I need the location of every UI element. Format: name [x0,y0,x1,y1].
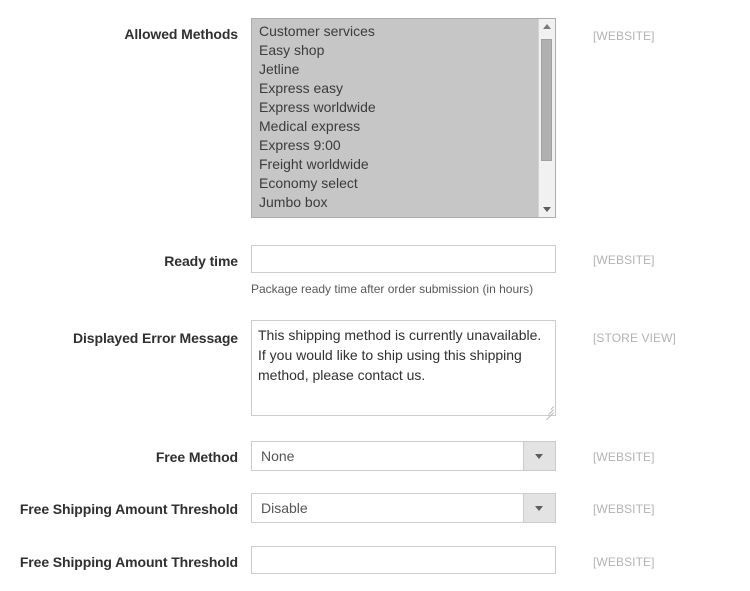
allowed-methods-scrollbar[interactable] [538,19,555,217]
field-row-ready-time: Ready time Package ready time after orde… [0,245,750,300]
list-item[interactable]: Express 9:00 [252,136,537,155]
scope-free-shipping-threshold-toggle: [WEBSITE] [593,502,655,516]
scope-displayed-error-message: [STORE VIEW] [593,331,676,345]
field-row-allowed-methods: Allowed Methods Customer services Easy s… [0,0,750,225]
list-item[interactable]: Freight worldwide [252,155,537,174]
free-shipping-threshold-amount-input[interactable] [251,546,556,574]
scroll-up-arrow-icon[interactable] [539,19,555,35]
chevron-down-icon[interactable] [523,442,555,470]
control-free-shipping-threshold-toggle: Disable [251,493,556,523]
label-free-method: Free Method [155,449,238,465]
field-row-free-method: Free Method None [WEBSITE] [0,441,750,473]
free-method-selected-value: None [261,448,295,464]
free-method-select[interactable]: None [251,441,556,471]
displayed-error-message-textarea[interactable]: This shipping method is currently unavai… [251,320,556,416]
label-allowed-methods: Allowed Methods [124,26,238,42]
list-item[interactable]: Easy shop [252,41,537,60]
scroll-down-arrow-icon[interactable] [539,201,555,217]
list-item[interactable]: Customer services [252,22,537,41]
scope-ready-time: [WEBSITE] [593,253,655,267]
hint-ready-time: Package ready time after order submissio… [251,282,534,296]
scope-free-method: [WEBSITE] [593,450,655,464]
control-free-shipping-threshold-amount [251,546,556,574]
field-row-displayed-error-message: Displayed Error Message This shipping me… [0,320,750,421]
displayed-error-message-box: This shipping method is currently unavai… [251,320,556,421]
allowed-methods-option-list[interactable]: Customer services Easy shop Jetline Expr… [252,19,537,217]
list-item[interactable]: Express worldwide [252,98,537,117]
scope-free-shipping-threshold-amount: [WEBSITE] [593,555,655,569]
free-shipping-threshold-selected-value: Disable [261,500,308,516]
list-item[interactable]: Jetline [252,60,537,79]
allowed-methods-multiselect[interactable]: Customer services Easy shop Jetline Expr… [251,18,556,218]
label-displayed-error-message: Displayed Error Message [73,330,238,346]
field-row-free-shipping-threshold-amount: Free Shipping Amount Threshold [WEBSITE] [0,546,750,578]
label-free-shipping-threshold-amount: Free Shipping Amount Threshold [19,554,238,570]
scrollbar-thumb[interactable] [541,39,552,161]
list-item[interactable]: Medical express [252,117,537,136]
label-free-shipping-threshold-toggle: Free Shipping Amount Threshold [19,501,238,517]
scope-allowed-methods: [WEBSITE] [593,29,655,43]
list-item[interactable]: Economy select [252,174,537,193]
shipping-method-config-form: Allowed Methods Customer services Easy s… [0,0,750,591]
control-displayed-error-message: This shipping method is currently unavai… [251,320,556,421]
chevron-down-icon[interactable] [523,494,555,522]
list-item[interactable]: Express easy [252,79,537,98]
label-ready-time: Ready time [164,253,238,269]
control-ready-time [251,245,556,273]
field-row-free-shipping-threshold-toggle: Free Shipping Amount Threshold Disable [… [0,493,750,525]
control-free-method: None [251,441,556,471]
list-item[interactable]: Jumbo box [252,193,537,212]
free-shipping-threshold-select[interactable]: Disable [251,493,556,523]
control-allowed-methods: Customer services Easy shop Jetline Expr… [251,18,556,218]
ready-time-input[interactable] [251,245,556,273]
